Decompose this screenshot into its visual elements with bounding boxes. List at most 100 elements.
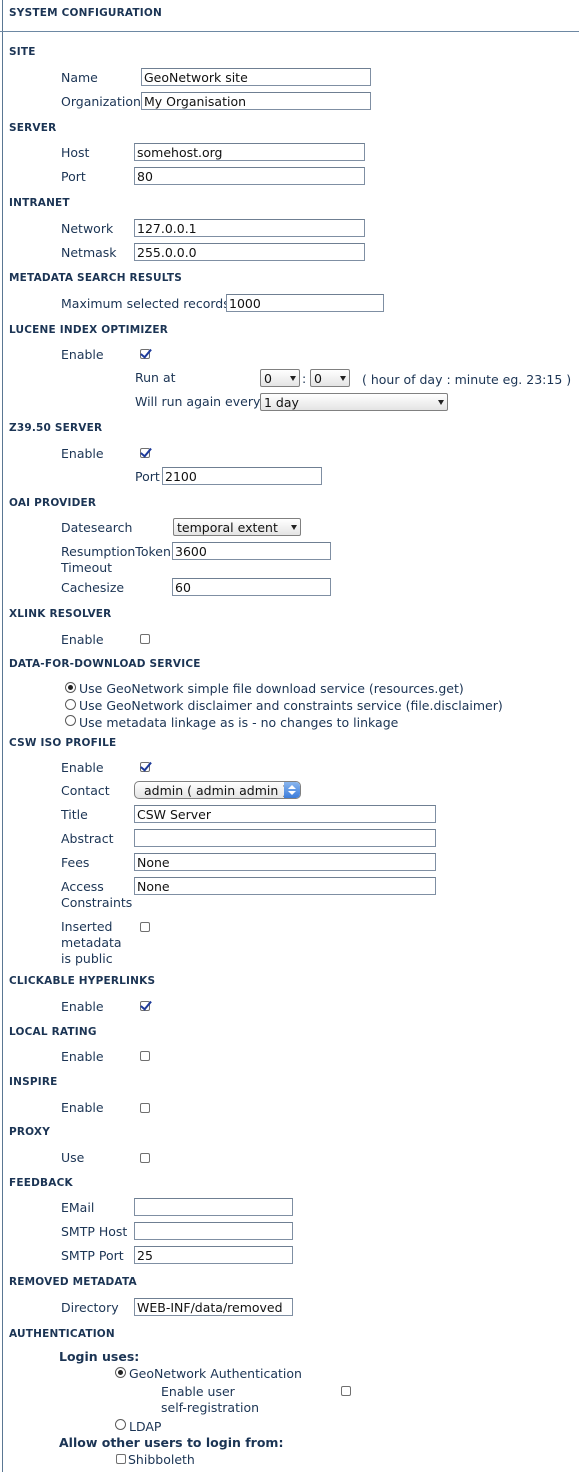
datesearch-value: temporal extent — [177, 520, 278, 535]
shibboleth-checkbox[interactable] — [116, 1454, 126, 1464]
organization-input[interactable]: My Organisation — [141, 92, 371, 110]
minute-value: 0 — [314, 371, 322, 386]
access-constraints-input[interactable]: None — [134, 877, 436, 895]
geonetwork-auth-label: GeoNetwork Authentication — [129, 1366, 302, 1381]
fees-input[interactable]: None — [134, 853, 436, 871]
contact-select[interactable]: admin ( admin admin ) — [134, 781, 301, 799]
datesearch-label: Datesearch — [61, 520, 133, 535]
section-heading-feedback: FEEDBACK — [9, 1177, 73, 1189]
title-bar: SYSTEM CONFIGURATION — [0, 0, 579, 32]
inspire-enable-label: Enable — [61, 1100, 104, 1115]
download-option-2-label: Use GeoNetwork disclaimer and constraint… — [79, 698, 503, 713]
hyperlinks-enable-checkbox[interactable] — [140, 1001, 150, 1011]
directory-input[interactable]: WEB-INF/data/removed — [134, 1298, 293, 1316]
chevron-down-icon — [438, 400, 444, 405]
netmask-input[interactable]: 255.0.0.0 — [134, 243, 365, 261]
self-registration-label: self-registration — [161, 1400, 260, 1415]
csw-enable-checkbox[interactable] — [140, 762, 150, 772]
access-label: Access — [61, 879, 104, 894]
abstract-input[interactable] — [134, 829, 436, 847]
metadata-label: metadata — [61, 935, 122, 950]
section-heading-proxy: PROXY — [9, 1126, 51, 1138]
network-label: Network — [61, 221, 114, 236]
geonetwork-auth-radio[interactable] — [115, 1367, 126, 1378]
section-heading-site: SITE — [9, 46, 36, 58]
time-separator: : — [302, 371, 307, 386]
site-name-input[interactable]: GeoNetwork site — [141, 68, 371, 86]
download-option-1-label: Use GeoNetwork simple file download serv… — [79, 681, 464, 696]
network-input[interactable]: 127.0.0.1 — [134, 219, 365, 237]
proxy-use-checkbox[interactable] — [140, 1153, 150, 1163]
ldap-radio[interactable] — [115, 1419, 126, 1430]
constraints-label: Constraints — [61, 895, 133, 910]
section-heading-csw: CSW ISO PROFILE — [9, 737, 117, 749]
abstract-label: Abstract — [61, 831, 114, 846]
hyperlinks-enable-label: Enable — [61, 999, 104, 1014]
up-down-arrows-icon — [284, 782, 300, 798]
fees-label: Fees — [61, 855, 90, 870]
contact-value: admin ( admin admin ) — [144, 783, 288, 798]
section-heading-xlink: XLINK RESOLVER — [9, 608, 112, 620]
ldap-label: LDAP — [129, 1419, 162, 1434]
directory-label: Directory — [61, 1300, 119, 1315]
minute-select[interactable]: 0 — [310, 369, 350, 387]
chevron-down-icon — [340, 376, 346, 381]
download-option-3-label: Use metadata linkage as is - no changes … — [79, 715, 399, 730]
proxy-use-label: Use — [61, 1150, 85, 1165]
rating-enable-label: Enable — [61, 1049, 104, 1064]
cachesize-label: Cachesize — [61, 580, 125, 595]
datesearch-select[interactable]: temporal extent — [173, 518, 301, 536]
netmask-label: Netmask — [61, 245, 117, 260]
download-option-2-radio[interactable] — [65, 699, 76, 710]
section-heading-authentication: AUTHENTICATION — [9, 1328, 115, 1340]
xlink-enable-checkbox[interactable] — [140, 634, 150, 644]
self-registration-checkbox[interactable] — [341, 1386, 351, 1396]
resumption-timeout-input[interactable]: 3600 — [172, 542, 331, 560]
lucene-enable-checkbox[interactable] — [140, 349, 150, 359]
lucene-enable-label: Enable — [61, 347, 104, 362]
inspire-enable-checkbox[interactable] — [140, 1103, 150, 1113]
max-records-input[interactable]: 1000 — [226, 294, 384, 312]
site-name-label: Name — [61, 70, 98, 85]
z3950-port-input[interactable]: 2100 — [162, 467, 322, 485]
host-label: Host — [61, 145, 90, 160]
z3950-enable-checkbox[interactable] — [140, 448, 150, 458]
section-heading-search-results: METADATA SEARCH RESULTS — [9, 272, 182, 284]
cachesize-input[interactable]: 60 — [172, 578, 331, 596]
csw-title-input[interactable]: CSW Server — [134, 805, 436, 823]
host-input[interactable]: somehost.org — [134, 143, 365, 161]
enable-user-label: Enable user — [161, 1384, 235, 1399]
is-public-label: is public — [61, 951, 113, 966]
section-heading-rating: LOCAL RATING — [9, 1026, 97, 1038]
run-at-label: Run at — [135, 370, 176, 385]
smtp-port-label: SMTP Port — [61, 1248, 124, 1263]
contact-label: Contact — [61, 783, 110, 798]
section-heading-inspire: INSPIRE — [9, 1076, 58, 1088]
download-option-1-radio[interactable] — [65, 682, 76, 693]
inserted-label: Inserted — [61, 919, 113, 934]
server-port-label: Port — [61, 169, 86, 184]
section-heading-hyperlinks: CLICKABLE HYPERLINKS — [9, 975, 156, 987]
interval-label: Will run again every — [135, 394, 261, 409]
csw-title-label: Title — [61, 807, 88, 822]
resumption-token-label: ResumptionToken — [61, 544, 171, 559]
metadata-public-checkbox[interactable] — [140, 922, 150, 932]
server-port-input[interactable]: 80 — [134, 167, 365, 185]
hour-value: 0 — [264, 371, 272, 386]
smtp-port-input[interactable]: 25 — [134, 1246, 293, 1264]
section-heading-server: SERVER — [9, 122, 57, 134]
login-uses-label: Login uses: — [59, 1349, 140, 1364]
email-input[interactable] — [134, 1198, 293, 1216]
max-records-label: Maximum selected records — [61, 296, 230, 311]
rating-enable-checkbox[interactable] — [140, 1051, 150, 1061]
hour-select[interactable]: 0 — [260, 369, 300, 387]
section-heading-lucene: LUCENE INDEX OPTIMIZER — [9, 324, 168, 336]
smtp-host-input[interactable] — [134, 1222, 293, 1240]
interval-select[interactable]: 1 day — [260, 393, 448, 411]
csw-enable-label: Enable — [61, 760, 104, 775]
download-option-3-radio[interactable] — [65, 715, 76, 726]
xlink-enable-label: Enable — [61, 632, 104, 647]
smtp-host-label: SMTP Host — [61, 1224, 128, 1239]
section-heading-intranet: INTRANET — [9, 197, 70, 209]
chevron-down-icon — [291, 525, 297, 530]
